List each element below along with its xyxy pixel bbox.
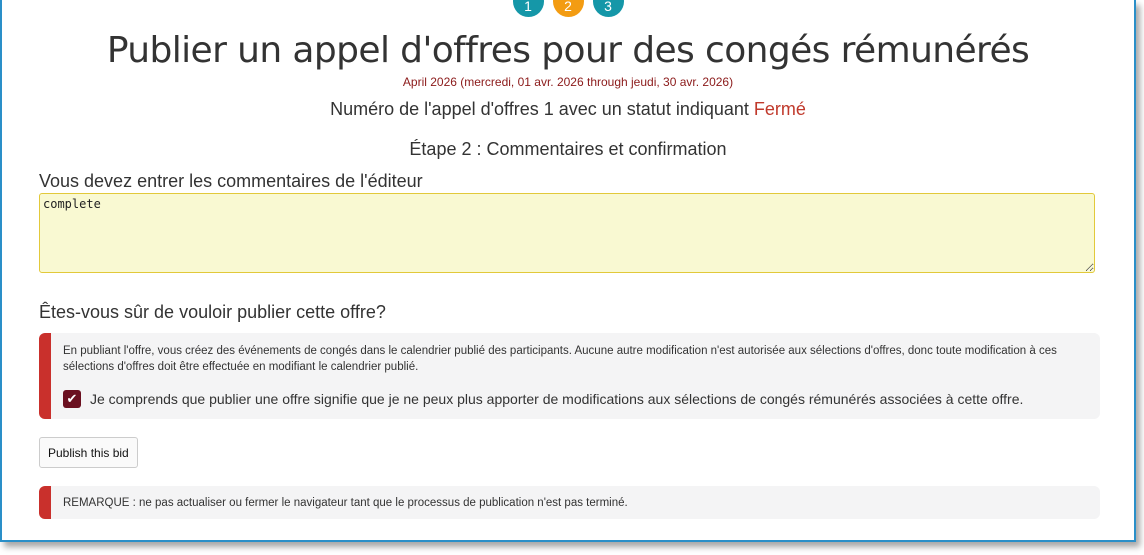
confirm-question: Êtes-vous sûr de vouloir publier cette o… xyxy=(39,302,386,322)
step-1-label: 1 xyxy=(524,0,532,14)
step-3-indicator[interactable]: 3 xyxy=(592,0,624,17)
checkmark-icon: ✔ xyxy=(66,391,78,406)
notice-callout: REMARQUE : ne pas actualiser ou fermer l… xyxy=(39,486,1100,519)
notice-text: REMARQUE : ne pas actualiser ou fermer l… xyxy=(63,496,628,509)
step-2-indicator[interactable]: 2 xyxy=(552,0,584,17)
publish-bid-button[interactable]: Publish this bid xyxy=(39,437,138,468)
step-1-indicator[interactable]: 1 xyxy=(512,0,544,17)
page-frame: 1 2 3 Publier un appel d'offres pour des… xyxy=(0,0,1136,542)
date-range: April 2026 (mercredi, 01 avr. 2026 throu… xyxy=(402,75,734,89)
acknowledge-checkbox[interactable]: ✔ xyxy=(63,390,81,408)
publish-warning-callout: En publiant l'offre, vous créez des évén… xyxy=(39,333,1100,419)
step-indicator: 1 2 3 xyxy=(2,0,1134,17)
acknowledge-row: ✔ Je comprends que publier une offre sig… xyxy=(63,390,1088,408)
publish-info-text: En publiant l'offre, vous créez des évén… xyxy=(63,345,1057,373)
bid-status-line: Numéro de l'appel d'offres 1 avec un sta… xyxy=(2,99,1134,120)
bid-number-text: Numéro de l'appel d'offres 1 avec un sta… xyxy=(330,99,749,119)
comments-label: Vous devez entrer les commentaires de l'… xyxy=(39,171,423,191)
step-2-label: 2 xyxy=(564,0,572,14)
step-3-label: 3 xyxy=(604,0,612,14)
editor-comments-textarea[interactable] xyxy=(39,193,1095,273)
page-title: Publier un appel d'offres pour des congé… xyxy=(106,30,1030,71)
bid-status-badge: Fermé xyxy=(753,99,806,119)
acknowledge-label[interactable]: Je comprends que publier une offre signi… xyxy=(90,391,1023,407)
step-title: Étape 2 : Commentaires et confirmation xyxy=(409,139,727,159)
